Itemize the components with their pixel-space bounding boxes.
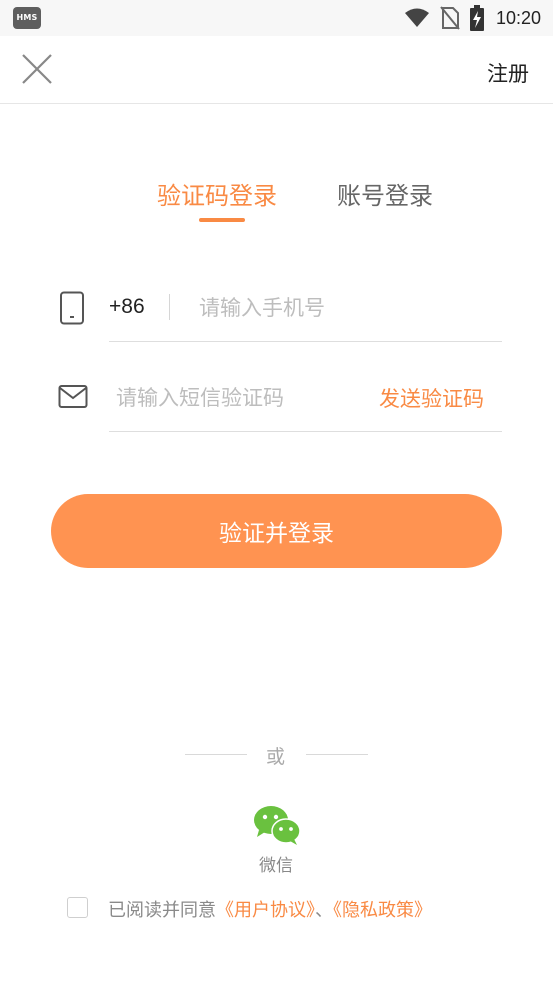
verify-login-button[interactable]: 验证并登录 <box>51 494 502 568</box>
tab-account-login[interactable]: 账号登录 <box>337 176 433 211</box>
wechat-icon <box>254 806 301 845</box>
close-button[interactable] <box>18 50 56 88</box>
wechat-label: 微信 <box>259 856 293 876</box>
no-sim-icon <box>440 6 460 30</box>
sms-code-input[interactable] <box>108 378 368 418</box>
phone-underline <box>109 341 502 342</box>
wifi-icon <box>404 8 429 27</box>
agreement-text: 已阅读并同意《用户协议》、《隐私政策》 <box>108 896 432 922</box>
divider-line-left <box>185 754 247 755</box>
send-code-button[interactable]: 发送验证码 <box>379 383 484 413</box>
status-time: 10:20 <box>495 7 541 28</box>
register-link[interactable]: 注册 <box>487 58 529 88</box>
mail-icon <box>58 385 88 408</box>
phone-number-input[interactable] <box>187 288 497 328</box>
agreement-separator: 、 <box>315 900 333 921</box>
agreement-checkbox[interactable] <box>67 897 88 918</box>
top-bar: 注册 <box>0 36 553 104</box>
user-agreement-link[interactable]: 《用户协议》 <box>216 900 315 921</box>
phone-icon <box>60 291 84 325</box>
code-underline <box>109 431 502 432</box>
active-tab-indicator <box>199 218 245 222</box>
status-bar: HMS 10:20 <box>0 0 553 36</box>
hms-badge: HMS <box>13 7 41 29</box>
country-code-divider <box>169 294 170 320</box>
close-icon <box>22 54 52 84</box>
battery-charging-icon <box>469 5 484 31</box>
agreement-prefix: 已阅读并同意 <box>108 900 216 921</box>
status-icons: 10:20 <box>404 4 541 32</box>
wechat-login-button[interactable]: 微信 <box>244 802 308 882</box>
or-label: 或 <box>266 746 286 768</box>
privacy-policy-link[interactable]: 《隐私政策》 <box>333 900 432 921</box>
tab-sms-login[interactable]: 验证码登录 <box>157 176 277 211</box>
divider-line-right <box>306 754 368 755</box>
country-code-selector[interactable]: +86 <box>109 295 145 319</box>
